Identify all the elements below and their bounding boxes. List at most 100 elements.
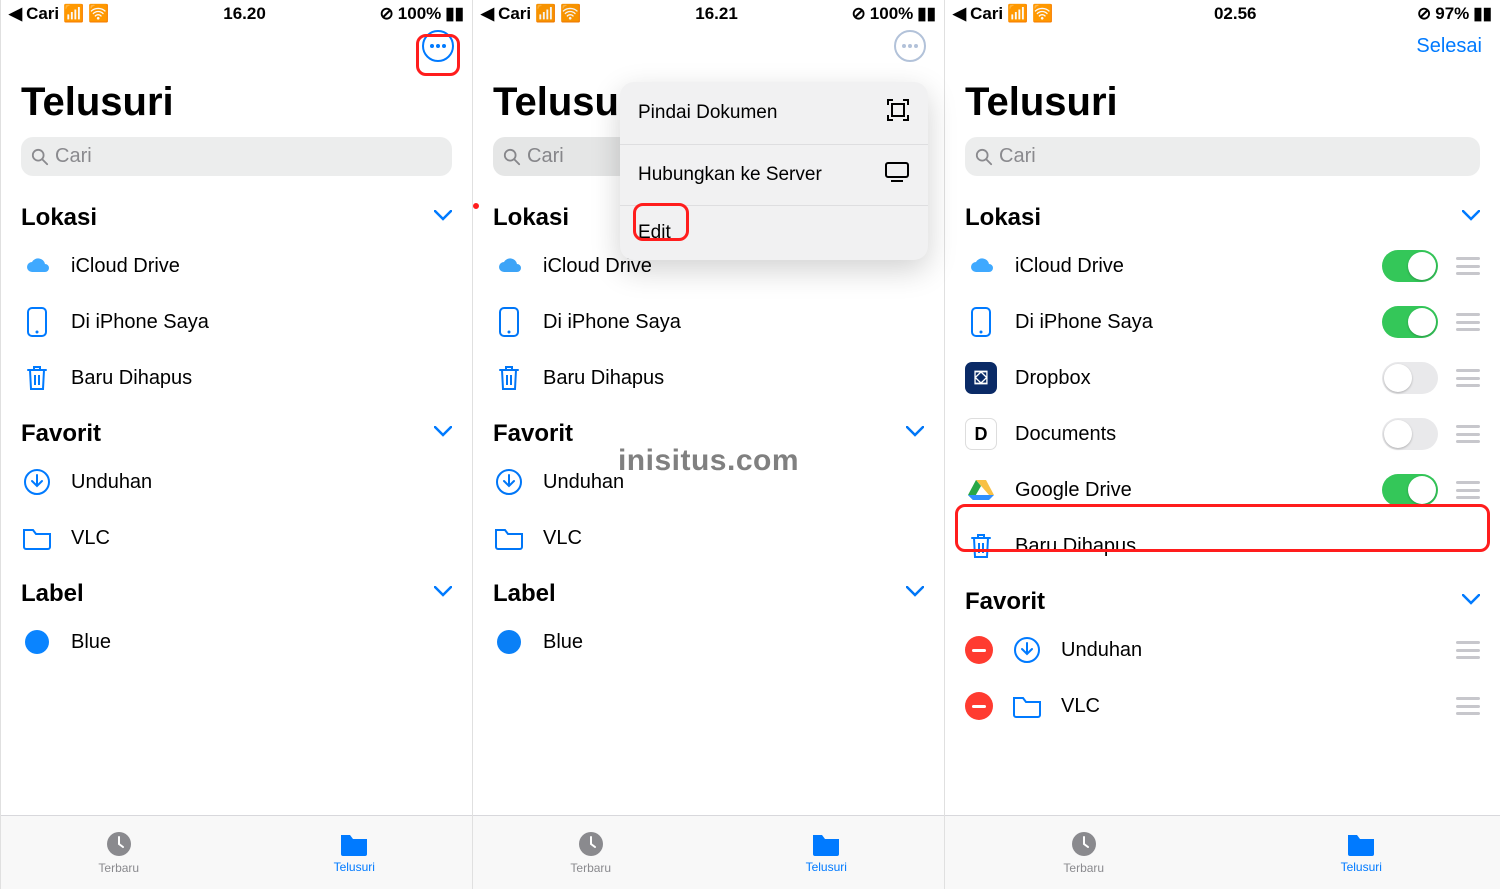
tag-blue[interactable]: Blue <box>493 614 924 670</box>
tab-label: Telusuri <box>806 860 847 874</box>
list-item-label: Baru Dihapus <box>543 367 924 390</box>
tab-label: Terbaru <box>570 861 611 875</box>
drag-handle-icon[interactable] <box>1456 425 1480 443</box>
documents-app-icon: D <box>965 418 997 450</box>
status-bar: ◀ Cari 📶 🛜 16.21 ⊘ 100% ▮▮ <box>473 0 944 24</box>
display-icon <box>884 161 910 189</box>
icloud-icon <box>965 250 997 282</box>
trash-icon <box>965 530 997 562</box>
tab-recent[interactable]: Terbaru <box>945 816 1223 889</box>
toggle-google-drive[interactable] <box>1382 474 1438 506</box>
list-item-label: iCloud Drive <box>71 255 452 278</box>
list-item-label: Baru Dihapus <box>71 367 452 390</box>
location-documents: D Documents <box>965 406 1480 462</box>
search-placeholder: Cari <box>55 145 92 168</box>
section-header-label[interactable]: Label <box>1 566 472 614</box>
folder-icon <box>1011 690 1043 722</box>
section-title-favorit: Favorit <box>965 588 1045 616</box>
menu-scan-documents[interactable]: Pindai Dokumen <box>620 82 928 144</box>
section-header-favorit[interactable]: Favorit <box>945 574 1500 622</box>
toggle-iphone[interactable] <box>1382 306 1438 338</box>
folder-icon <box>21 522 53 554</box>
section-header-lokasi[interactable]: Lokasi <box>1 190 472 238</box>
list-item-label: Dropbox <box>1015 367 1364 390</box>
toggle-dropbox[interactable] <box>1382 362 1438 394</box>
page-title: Telusuri <box>1 68 472 137</box>
drag-handle-icon[interactable] <box>1456 697 1480 715</box>
status-bar: ◀ Cari 📶 🛜 16.20 ⊘ 100% ▮▮ <box>1 0 472 24</box>
section-header-favorit[interactable]: Favorit <box>1 406 472 454</box>
search-icon <box>975 148 993 166</box>
location-dropbox: ⛋ Dropbox <box>965 350 1480 406</box>
menu-label: Pindai Dokumen <box>638 102 777 124</box>
back-triangle-icon: ◀ <box>481 4 494 24</box>
panel-2: ◀ Cari 📶 🛜 16.21 ⊘ 100% ▮▮ Telusuri Cari… <box>472 0 944 889</box>
tab-label: Terbaru <box>1063 861 1104 875</box>
menu-connect-server[interactable]: Hubungkan ke Server <box>620 144 928 205</box>
drag-handle-icon[interactable] <box>1456 257 1480 275</box>
chevron-down-icon <box>1462 593 1480 611</box>
search-placeholder: Cari <box>527 145 564 168</box>
done-button[interactable]: Selesai <box>1416 35 1482 58</box>
more-button[interactable] <box>894 30 926 62</box>
menu-label: Edit <box>638 222 671 244</box>
more-button[interactable] <box>422 30 454 62</box>
drag-handle-icon[interactable] <box>1456 369 1480 387</box>
section-title-favorit: Favorit <box>493 420 573 448</box>
wifi-icon: 🛜 <box>560 4 581 24</box>
icloud-icon <box>493 250 525 282</box>
section-title-favorit: Favorit <box>21 420 101 448</box>
back-app-label[interactable]: Cari <box>498 4 531 24</box>
favorite-vlc[interactable]: VLC <box>21 510 452 566</box>
tab-recent[interactable]: Terbaru <box>1 816 237 889</box>
orientation-lock-icon: ⊘ <box>1417 4 1431 24</box>
location-iphone[interactable]: Di iPhone Saya <box>21 294 452 350</box>
wifi-icon: 🛜 <box>1032 4 1053 24</box>
search-input[interactable]: Cari <box>21 137 452 176</box>
toggle-icloud[interactable] <box>1382 250 1438 282</box>
list-item-label: Documents <box>1015 423 1364 446</box>
tab-browse[interactable]: Telusuri <box>709 816 945 889</box>
tag-blue[interactable]: Blue <box>21 614 452 670</box>
location-icloud[interactable]: iCloud Drive <box>21 238 452 294</box>
tab-bar: Terbaru Telusuri <box>945 815 1500 889</box>
drag-handle-icon[interactable] <box>1456 641 1480 659</box>
tab-label: Telusuri <box>1341 860 1382 874</box>
more-menu-popup: Pindai Dokumen Hubungkan ke Server Edit <box>620 82 928 260</box>
favorite-vlc[interactable]: VLC <box>493 510 924 566</box>
back-app-label[interactable]: Cari <box>970 4 1003 24</box>
favorite-downloads[interactable]: Unduhan <box>21 454 452 510</box>
location-iphone[interactable]: Di iPhone Saya <box>493 294 924 350</box>
section-header-label[interactable]: Label <box>473 566 944 614</box>
battery-label: 100% <box>870 4 913 24</box>
clock-icon <box>577 830 605 858</box>
chevron-down-icon <box>1462 209 1480 227</box>
dropbox-icon: ⛋ <box>965 362 997 394</box>
menu-edit[interactable]: Edit <box>620 205 928 260</box>
menu-label: Hubungkan ke Server <box>638 164 822 186</box>
drag-handle-icon[interactable] <box>1456 481 1480 499</box>
tab-browse[interactable]: Telusuri <box>1223 816 1500 889</box>
folder-icon <box>811 831 841 857</box>
remove-button[interactable] <box>965 636 993 664</box>
page-title: Telusuri <box>945 68 1500 137</box>
toggle-documents[interactable] <box>1382 418 1438 450</box>
section-title-lokasi: Lokasi <box>21 204 97 232</box>
drag-handle-icon[interactable] <box>1456 313 1480 331</box>
section-title-lokasi: Lokasi <box>965 204 1041 232</box>
iphone-icon <box>21 306 53 338</box>
tab-recent[interactable]: Terbaru <box>473 816 709 889</box>
section-header-lokasi[interactable]: Lokasi <box>945 190 1500 238</box>
tab-browse[interactable]: Telusuri <box>237 816 473 889</box>
tab-label: Terbaru <box>98 861 139 875</box>
list-item-label: Baru Dihapus <box>1015 535 1480 558</box>
search-input[interactable]: Cari <box>965 137 1480 176</box>
panel-1: ◀ Cari 📶 🛜 16.20 ⊘ 100% ▮▮ Telusuri Cari… <box>0 0 472 889</box>
list-item-label: VLC <box>1061 695 1438 718</box>
location-trash[interactable]: Baru Dihapus <box>493 350 924 406</box>
back-app-label[interactable]: Cari <box>26 4 59 24</box>
tab-bar: Terbaru Telusuri <box>1 815 472 889</box>
location-trash[interactable]: Baru Dihapus <box>21 350 452 406</box>
remove-button[interactable] <box>965 692 993 720</box>
trash-icon <box>21 362 53 394</box>
